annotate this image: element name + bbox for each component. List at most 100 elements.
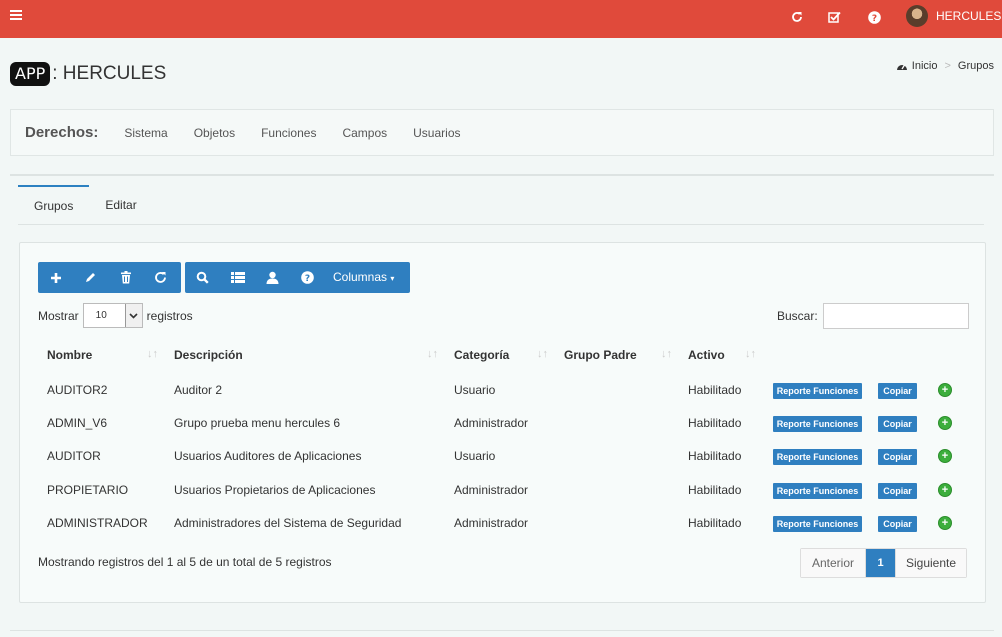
report-functions-button[interactable]: Reporte Funciones — [773, 383, 862, 399]
user-button[interactable] — [255, 262, 290, 293]
length-suffix: registros — [146, 308, 193, 323]
copy-button[interactable]: Copiar — [878, 449, 917, 465]
col-header-activo[interactable]: Activo — [688, 348, 725, 362]
tab-bar: Grupos Editar — [18, 185, 984, 225]
add-icon[interactable]: + — [938, 383, 952, 397]
help-icon[interactable]: ? — [866, 9, 882, 25]
caret-down-icon: ▾ — [390, 274, 395, 283]
cell-nombre: AUDITOR2 — [47, 383, 108, 397]
dashboard-icon — [896, 64, 907, 70]
cell-nombre: PROPIETARIO — [47, 483, 129, 497]
add-button[interactable] — [38, 262, 73, 293]
page-length-value: 10 — [95, 310, 107, 321]
report-functions-button[interactable]: Reporte Funciones — [773, 416, 862, 432]
table-row[interactable]: ADMIN_V6 Grupo prueba menu hercules 6 Ad… — [20, 407, 987, 440]
edit-button[interactable] — [73, 262, 108, 293]
help-icon: ? — [301, 271, 314, 284]
cell-categoria: Administrador — [454, 416, 529, 430]
col-header-nombre[interactable]: Nombre — [47, 348, 92, 362]
breadcrumb-home[interactable]: Inicio — [896, 60, 938, 72]
chevron-down-icon — [124, 304, 142, 327]
top-navbar: ? HERCULES — [0, 0, 1002, 38]
search-input[interactable] — [822, 303, 969, 329]
cell-categoria: Administrador — [454, 516, 529, 530]
pagination: Anterior 1 Siguiente — [800, 548, 967, 578]
prev-page-button[interactable]: Anterior — [801, 549, 866, 577]
rights-link-objetos[interactable]: Objetos — [194, 126, 235, 140]
current-page-button[interactable]: 1 — [866, 549, 895, 577]
table-info: Mostrando registros del 1 al 5 de un tot… — [38, 555, 332, 569]
sort-icon[interactable]: ↓↑ — [537, 348, 548, 360]
table-search: Buscar: — [777, 303, 969, 329]
cell-nombre: AUDITOR — [47, 449, 101, 463]
username: HERCULES — [936, 9, 1002, 23]
col-header-grupo-padre[interactable]: Grupo Padre — [564, 348, 637, 362]
report-functions-button[interactable]: Reporte Funciones — [773, 449, 862, 465]
help-button[interactable]: ? — [290, 262, 325, 293]
user-menu[interactable]: HERCULES — [906, 5, 1001, 27]
col-header-categoria[interactable]: Categoría — [454, 348, 509, 362]
table-row[interactable]: AUDITOR Usuarios Auditores de Aplicacion… — [20, 440, 987, 473]
report-functions-button[interactable]: Reporte Funciones — [773, 516, 862, 532]
table-row[interactable]: AUDITOR2 Auditor 2 Usuario Habilitado Re… — [20, 374, 987, 407]
refresh-icon[interactable] — [789, 9, 805, 25]
sort-icon[interactable]: ↓↑ — [745, 348, 756, 360]
cell-activo: Habilitado — [688, 383, 742, 397]
cell-categoria: Usuario — [454, 383, 496, 397]
columns-dropdown[interactable]: Columnas ▾ — [325, 262, 406, 293]
toolbar-group-tools: ? Columnas ▾ — [185, 262, 410, 293]
refresh-button[interactable] — [143, 262, 178, 293]
check-square-icon[interactable] — [826, 9, 842, 25]
plus-icon — [50, 272, 61, 283]
cell-descripcion: Usuarios Auditores de Aplicaciones — [174, 449, 362, 463]
report-functions-button[interactable]: Reporte Funciones — [773, 483, 862, 499]
pencil-icon — [86, 273, 95, 282]
user-icon — [266, 271, 279, 284]
add-icon[interactable]: + — [938, 483, 952, 497]
page-length-select[interactable]: 10 — [82, 303, 143, 328]
list-button[interactable] — [220, 262, 255, 293]
next-page-button[interactable]: Siguiente — [895, 549, 966, 577]
cell-activo: Habilitado — [688, 516, 742, 530]
rights-label: Derechos: — [25, 124, 99, 141]
col-header-descripcion[interactable]: Descripción — [174, 348, 243, 362]
copy-button[interactable]: Copiar — [878, 483, 917, 499]
menu-icon[interactable] — [10, 10, 22, 22]
sort-icon[interactable]: ↓↑ — [147, 348, 158, 360]
search-label: Buscar: — [777, 309, 818, 323]
svg-text:?: ? — [305, 274, 310, 284]
rights-link-funciones[interactable]: Funciones — [261, 126, 316, 140]
copy-button[interactable]: Copiar — [878, 516, 917, 532]
add-icon[interactable]: + — [938, 516, 952, 530]
cell-descripcion: Auditor 2 — [174, 383, 223, 397]
sort-icon[interactable]: ↓↑ — [427, 348, 438, 360]
breadcrumb-home-label: Inicio — [911, 60, 938, 72]
tab-grupos[interactable]: Grupos — [18, 185, 90, 225]
rights-link-sistema[interactable]: Sistema — [124, 126, 167, 140]
search-button[interactable] — [185, 262, 220, 293]
app-logo: APP — [10, 62, 51, 86]
tab-editar[interactable]: Editar — [89, 185, 152, 225]
app-name: : HERCULES — [52, 63, 167, 84]
sort-icon[interactable]: ↓↑ — [661, 348, 672, 360]
table-row[interactable]: PROPIETARIO Usuarios Propietarios de Apl… — [20, 474, 987, 507]
avatar — [906, 5, 928, 27]
rights-link-usuarios[interactable]: Usuarios — [413, 126, 460, 140]
copy-button[interactable]: Copiar — [878, 416, 917, 432]
rights-link-campos[interactable]: Campos — [342, 126, 387, 140]
copy-button[interactable]: Copiar — [878, 383, 917, 399]
cell-activo: Habilitado — [688, 416, 742, 430]
search-icon — [196, 271, 209, 284]
cell-descripcion: Grupo prueba menu hercules 6 — [174, 416, 341, 430]
cell-activo: Habilitado — [688, 449, 742, 463]
svg-text:?: ? — [871, 14, 876, 24]
page-length-control: Mostrar 10 registros — [38, 303, 193, 328]
add-icon[interactable]: + — [938, 416, 952, 430]
table-row[interactable]: ADMINISTRADOR Administradores del Sistem… — [20, 507, 987, 540]
delete-button[interactable] — [108, 262, 143, 293]
cell-descripcion: Administradores del Sistema de Seguridad — [174, 516, 402, 530]
add-icon[interactable]: + — [938, 449, 952, 463]
refresh-icon — [155, 272, 166, 283]
breadcrumb-separator: > — [944, 60, 951, 72]
cell-nombre: ADMINISTRADOR — [47, 516, 148, 530]
